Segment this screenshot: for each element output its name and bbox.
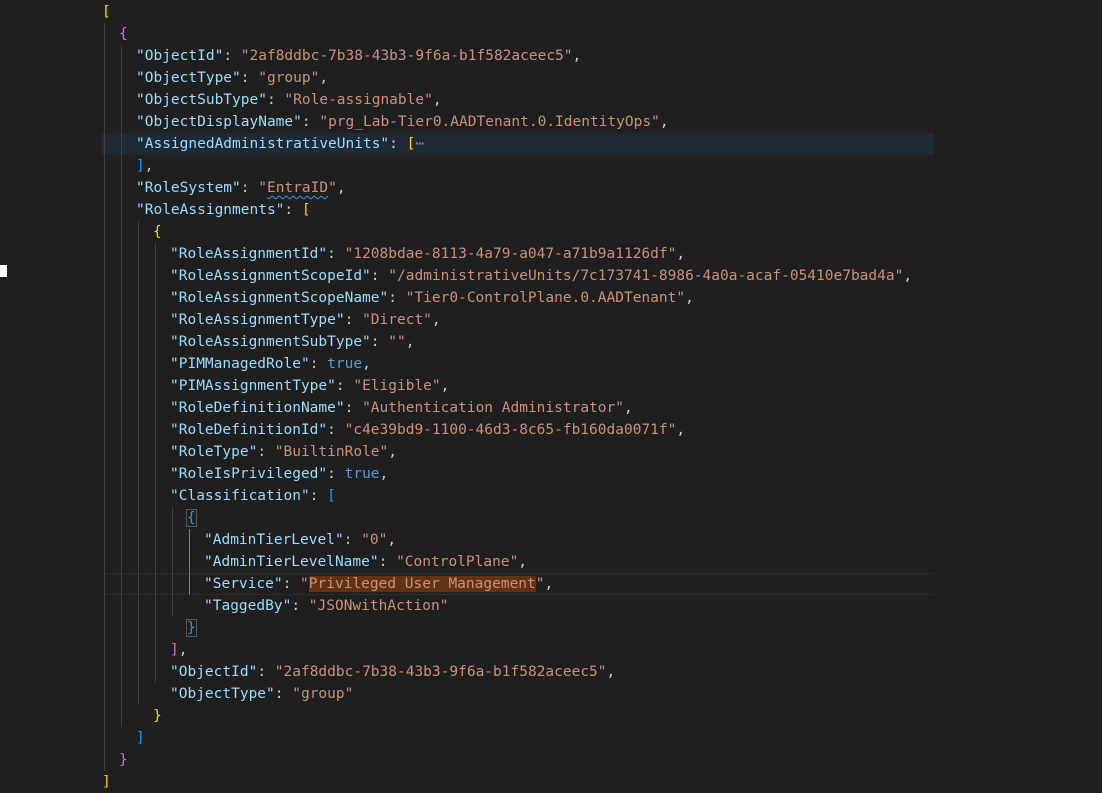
code-line-text: "AssignedAdministrativeUnits": [⋯ [136, 136, 425, 152]
code-line[interactable]: } [102, 749, 934, 771]
code-line-text: { [153, 224, 162, 240]
code-line-text: "Service": "Privileged User Management", [204, 576, 554, 592]
code-line-text: ] [136, 730, 145, 746]
code-line-text: } [153, 708, 162, 724]
indent-guide [104, 23, 105, 771]
code-line[interactable]: "RoleAssignmentType": "Direct", [102, 309, 934, 331]
code-line[interactable]: "Classification": [ [102, 485, 934, 507]
code-line[interactable]: [ [102, 1, 934, 23]
code-line-text: } [186, 619, 197, 637]
code-line[interactable]: ], [102, 639, 934, 661]
code-line[interactable]: "ObjectId": "2af8ddbc-7b38-43b3-9f6a-b1f… [102, 661, 934, 683]
code-line[interactable]: "TaggedBy": "JSONwithAction" [102, 595, 934, 617]
code-line-text: ], [170, 642, 188, 658]
code-line-text: { [119, 26, 128, 42]
text-cursor-marker [0, 265, 7, 277]
code-line-text: "ObjectSubType": "Role-assignable", [136, 92, 442, 108]
code-line[interactable]: } [102, 705, 934, 727]
code-line[interactable]: "AssignedAdministrativeUnits": [⋯ [102, 133, 934, 155]
code-line-text: { [186, 509, 197, 527]
code-line-text: "RoleDefinitionName": "Authentication Ad… [170, 400, 633, 416]
code-line[interactable]: { [102, 221, 934, 243]
indent-guide [138, 221, 139, 705]
code-line[interactable]: "AdminTierLevel": "0", [102, 529, 934, 551]
code-line-text: } [119, 752, 128, 768]
code-line-text: "RoleAssignmentSubType": "", [170, 334, 415, 350]
code-line[interactable]: "ObjectSubType": "Role-assignable", [102, 89, 934, 111]
indent-guide [121, 45, 122, 727]
indent-guide [189, 529, 190, 595]
code-line-text: "PIMAssignmentType": "Eligible", [170, 378, 450, 394]
code-line-text: "RoleAssignmentScopeName": "Tier0-Contro… [170, 290, 694, 306]
code-line[interactable]: "RoleAssignmentId": "1208bdae-8113-4a79-… [102, 243, 934, 265]
code-line[interactable]: "RoleSystem": "EntraID", [102, 177, 934, 199]
code-line-text: "TaggedBy": "JSONwithAction" [204, 598, 449, 614]
code-line[interactable]: "AdminTierLevelName": "ControlPlane", [102, 551, 934, 573]
code-line-text: ], [136, 158, 154, 174]
code-line-text: "ObjectDisplayName": "prg_Lab-Tier0.AADT… [136, 114, 669, 130]
indent-guide [172, 507, 173, 617]
code-line-text: "ObjectId": "2af8ddbc-7b38-43b3-9f6a-b1f… [170, 664, 616, 680]
code-line-text: "ObjectType": "group" [170, 686, 354, 702]
code-line[interactable]: "ObjectType": "group" [102, 683, 934, 705]
indent-guide [155, 243, 156, 683]
code-line[interactable]: "RoleType": "BuiltinRole", [102, 441, 934, 463]
code-line-text: "RoleIsPrivileged": true, [170, 466, 389, 482]
code-line-text: "AdminTierLevelName": "ControlPlane", [204, 554, 528, 570]
code-line-text: "Classification": [ [170, 488, 336, 504]
code-line-text: "RoleType": "BuiltinRole", [170, 444, 398, 460]
code-line[interactable]: "PIMAssignmentType": "Eligible", [102, 375, 934, 397]
code-line[interactable]: } [102, 617, 934, 639]
code-line-text: "RoleSystem": "EntraID", [136, 180, 346, 196]
code-line[interactable]: "ObjectId": "2af8ddbc-7b38-43b3-9f6a-b1f… [102, 45, 934, 67]
code-line-text: "RoleAssignmentScopeId": "/administrativ… [170, 268, 913, 284]
code-line[interactable]: "PIMManagedRole": true, [102, 353, 934, 375]
code-line-text: "RoleDefinitionId": "c4e39bd9-1100-46d3-… [170, 422, 686, 438]
code-line-text: "RoleAssignmentId": "1208bdae-8113-4a79-… [170, 246, 686, 262]
code-line[interactable]: "RoleAssignmentScopeName": "Tier0-Contro… [102, 287, 934, 309]
code-line[interactable]: "RoleIsPrivileged": true, [102, 463, 934, 485]
code-line[interactable]: "RoleDefinitionName": "Authentication Ad… [102, 397, 934, 419]
code-line[interactable]: "RoleAssignmentSubType": "", [102, 331, 934, 353]
code-line[interactable]: { [102, 507, 934, 529]
code-line[interactable]: "RoleAssignmentScopeId": "/administrativ… [102, 265, 934, 287]
code-line-text: "ObjectType": "group", [136, 70, 329, 86]
code-line-text: "RoleAssignments": [ [136, 202, 311, 218]
code-line[interactable]: { [102, 23, 934, 45]
code-line-text: "RoleAssignmentType": "Direct", [170, 312, 441, 328]
code-editor[interactable]: [ { "ObjectId": "2af8ddbc-7b38-43b3-9f6a-b… [0, 0, 1102, 790]
code-line[interactable]: "RoleDefinitionId": "c4e39bd9-1100-46d3-… [102, 419, 934, 441]
code-line-text: "PIMManagedRole": true, [170, 356, 371, 372]
code-line[interactable]: ] [102, 727, 934, 749]
code-line-text: "ObjectId": "2af8ddbc-7b38-43b3-9f6a-b1f… [136, 48, 582, 64]
code-line[interactable]: "ObjectType": "group", [102, 67, 934, 89]
code-line[interactable]: "RoleAssignments": [ [102, 199, 934, 221]
code-line[interactable]: "ObjectDisplayName": "prg_Lab-Tier0.AADT… [102, 111, 934, 133]
code-line[interactable]: ], [102, 155, 934, 177]
code-line-text: [ [102, 4, 111, 20]
code-line[interactable]: "Service": "Privileged User Management", [102, 573, 934, 595]
code-line-text: "AdminTierLevel": "0", [204, 532, 397, 548]
